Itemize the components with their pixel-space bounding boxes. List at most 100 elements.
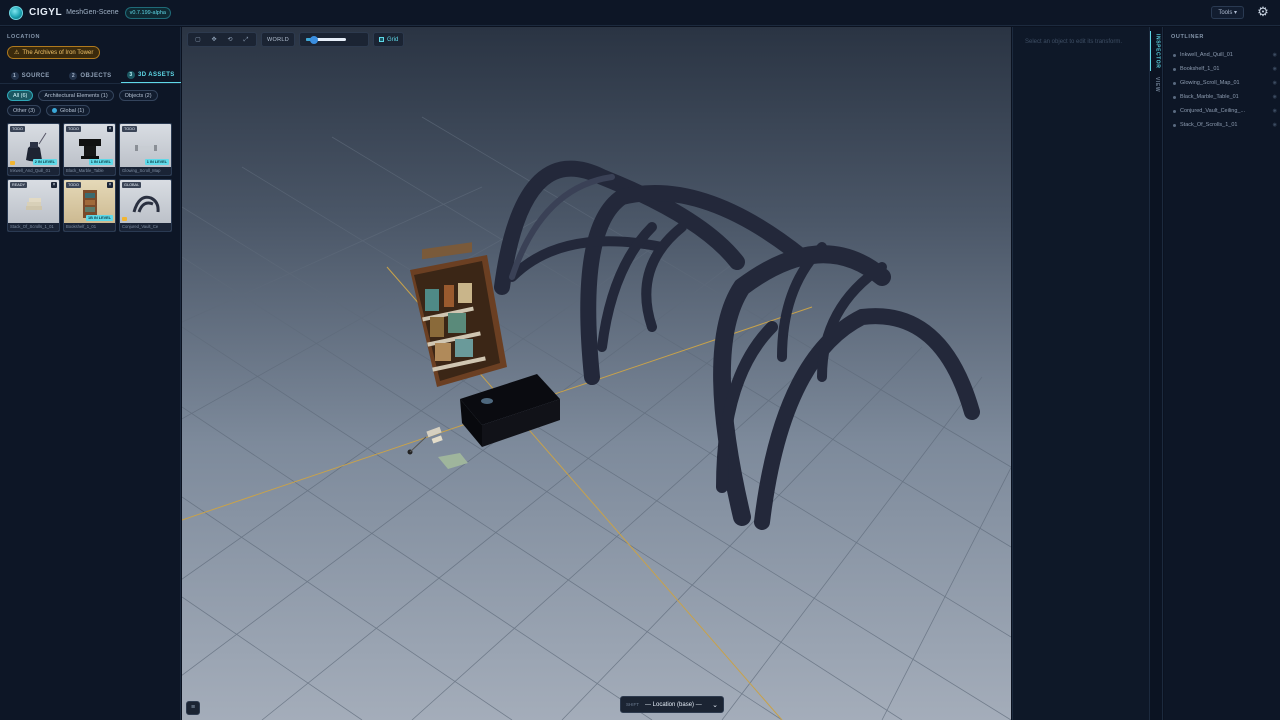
app-logo-icon [9, 5, 23, 20]
app-root: CIGYL MeshGen-Scene v0.7.199-alpha Tools… [0, 0, 1280, 720]
scroll-map-thumbnail [134, 145, 157, 152]
asset-card[interactable]: TODO × 1 IN LEVEL Black_Marble_Table [63, 123, 116, 176]
filter-objects[interactable]: Objects (2) [118, 90, 158, 101]
snap-slider[interactable] [298, 32, 369, 47]
move-tool-icon[interactable]: ✥ [207, 35, 221, 45]
left-tabs: 1 SOURCE 2 OBJECTS 3 3D ASSETS [0, 68, 181, 84]
tab-label: 3D ASSETS [137, 72, 175, 78]
marble-table-model[interactable] [460, 374, 560, 447]
app-subtitle: MeshGen-Scene [66, 9, 119, 16]
list-item[interactable]: Stack_Of_Scrolls_1_01 ◉ [1173, 118, 1277, 132]
list-item-label: Glowing_Scroll_Map_01 [1180, 80, 1240, 86]
asset-card[interactable]: TODO 1 IN LEVEL Glowing_Scroll_Map [119, 123, 172, 176]
checkbox-icon [378, 37, 384, 42]
floor-grid [182, 116, 1011, 720]
asset-caption: Glowing_Scroll_Map [120, 167, 171, 175]
list-item-label: Bookshelf_1_01 [1180, 66, 1220, 72]
list-item-label: Black_Marble_Table_01 [1180, 94, 1239, 100]
list-item[interactable]: Inkwell_And_Quill_01 ◉ [1173, 48, 1277, 62]
asset-card[interactable]: TODO × 1B IN LEVEL Bookshelf_1_01 [63, 179, 116, 232]
filter-other[interactable]: Other (3) [7, 105, 42, 116]
version-badge: v0.7.199-alpha [124, 6, 171, 19]
asset-caption: Bookshelf_1_01 [64, 223, 115, 231]
tab-view[interactable]: VIEW [1150, 75, 1164, 95]
world-space-toggle[interactable]: WORLD [261, 32, 295, 47]
outliner-title: OUTLINER [1171, 34, 1204, 40]
bullet-icon [1173, 53, 1176, 57]
inspector-panel: Select an object to edit its transform. [1012, 27, 1149, 720]
3d-viewport[interactable]: ▢ ✥ ⟲ ⤢ WORLD Grid ≡ SHIFT — Location (b… [182, 27, 1011, 720]
bookshelf-model[interactable] [410, 242, 507, 387]
location-selector[interactable]: SHIFT — Location (base) — ⌄ [620, 696, 724, 713]
side-vertical-tabs: INSPECTOR VIEW [1149, 27, 1163, 720]
tab-inspector[interactable]: INSPECTOR [1150, 31, 1164, 71]
tab-3d-assets[interactable]: 3 3D ASSETS [120, 68, 181, 83]
bullet-icon [1173, 67, 1176, 71]
app-name: CIGYL [29, 7, 63, 18]
scroll-stack-thumbnail [25, 198, 42, 211]
filter-global-label: Global (1) [60, 107, 85, 114]
location-chip[interactable]: ⚠ The Archives of Iron Tower [7, 46, 101, 59]
scale-tool-icon[interactable]: ⤢ [239, 35, 253, 45]
asset-level-badge: 1 IN LEVEL [88, 159, 113, 165]
close-icon[interactable]: × [107, 182, 113, 188]
asset-caption: Black_Marble_Table [64, 167, 115, 175]
asset-state: TODO [10, 126, 25, 132]
tab-objects[interactable]: 2 OBJECTS [60, 68, 120, 83]
asset-state: TODO [66, 182, 81, 188]
asset-card[interactable]: GLOBAL Conjured_Vault_Ce [119, 179, 172, 232]
asset-card[interactable]: READY × Stack_Of_Scrolls_1_01 [7, 179, 60, 232]
asset-caption: Stack_Of_Scrolls_1_01 [8, 223, 59, 231]
list-item-label: Inkwell_And_Quill_01 [1180, 52, 1233, 58]
list-item[interactable]: Glowing_Scroll_Map_01 ◉ [1173, 76, 1277, 90]
bullet-icon [1173, 123, 1176, 127]
asset-filters: All (6) Architectural Elements (1) Objec… [7, 90, 177, 116]
tab-source[interactable]: 1 SOURCE [0, 68, 60, 83]
eye-icon[interactable]: ◉ [1273, 108, 1277, 114]
warning-icon [122, 217, 127, 221]
bullet-icon [1173, 95, 1176, 99]
tab-number: 3 [126, 71, 135, 79]
small-props[interactable] [407, 426, 469, 469]
top-bar: CIGYL MeshGen-Scene v0.7.199-alpha Tools… [0, 0, 1280, 26]
close-icon[interactable]: × [107, 126, 113, 132]
rotate-tool-icon[interactable]: ⟲ [223, 35, 237, 45]
list-item[interactable]: Conjured_Vault_Ceiling_... ◉ [1173, 104, 1277, 118]
asset-caption: Inkwell_And_Quill_01 [8, 167, 59, 175]
asset-card[interactable]: TODO 2 IN LEVEL Inkwell_And_Quill_01 [7, 123, 60, 176]
gear-icon[interactable]: ⚙ [1256, 5, 1270, 19]
outliner-list: Inkwell_And_Quill_01 ◉ Bookshelf_1_01 ◉ Gl… [1173, 48, 1277, 132]
slider-track[interactable] [305, 35, 346, 44]
tab-label: SOURCE [21, 72, 50, 79]
asset-state: TODO [122, 126, 137, 132]
warning-icon: ⚠ [14, 50, 20, 56]
vault-ceiling-model[interactable] [494, 160, 980, 530]
inspector-hint: Select an object to edit its transform. [1025, 39, 1123, 45]
scene-render[interactable] [182, 27, 1011, 720]
menu-icon[interactable]: ≡ [186, 701, 200, 715]
chevron-down-icon: ⌄ [712, 701, 718, 709]
bullet-icon [1173, 81, 1176, 85]
tools-menu-button[interactable]: Tools ▾ [1211, 6, 1244, 19]
eye-icon[interactable]: ◉ [1273, 80, 1277, 86]
outliner-panel: OUTLINER Inkwell_And_Quill_01 ◉ Bookshelf… [1164, 27, 1280, 720]
select-tool-icon[interactable]: ▢ [191, 35, 205, 45]
list-item[interactable]: Black_Marble_Table_01 ◉ [1173, 90, 1277, 104]
asset-level-badge: 2 IN LEVEL [32, 159, 57, 165]
eye-icon[interactable]: ◉ [1273, 122, 1277, 128]
eye-icon[interactable]: ◉ [1273, 52, 1277, 58]
slider-knob[interactable] [309, 35, 318, 44]
eye-icon[interactable]: ◉ [1273, 66, 1277, 72]
close-icon[interactable]: × [51, 182, 57, 188]
filter-global[interactable]: Global (1) [46, 105, 91, 116]
filter-all[interactable]: All (6) [7, 90, 34, 101]
viewport-toolbar: ▢ ✥ ⟲ ⤢ WORLD Grid [187, 32, 405, 47]
bullet-icon [1173, 109, 1176, 113]
eye-icon[interactable]: ◉ [1273, 94, 1277, 100]
left-panel: LOCATION ⚠ The Archives of Iron Tower 1 … [0, 27, 181, 720]
filter-architectural[interactable]: Architectural Elements (1) [38, 90, 114, 101]
grid-toggle[interactable]: Grid [372, 32, 405, 47]
asset-caption: Conjured_Vault_Ce [120, 223, 171, 231]
list-item[interactable]: Bookshelf_1_01 ◉ [1173, 62, 1277, 76]
grid-toggle-label: Grid [386, 36, 399, 43]
